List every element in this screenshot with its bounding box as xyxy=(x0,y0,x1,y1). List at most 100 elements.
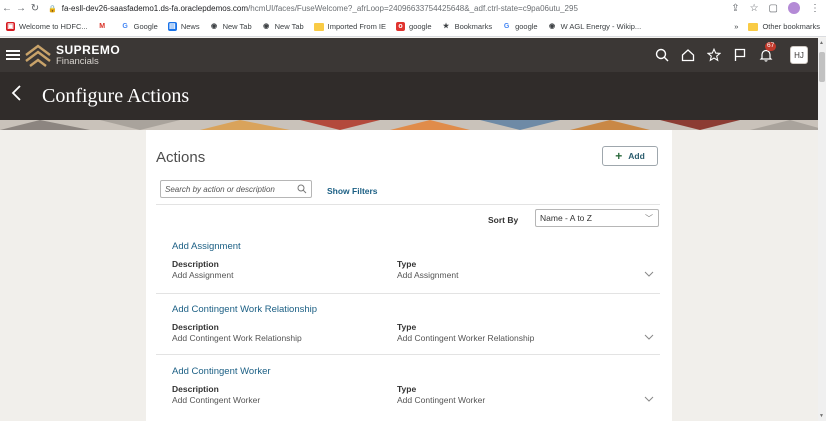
bookmark-label: google xyxy=(515,22,538,31)
hamburger-menu-icon[interactable] xyxy=(6,50,20,60)
type-label: Type xyxy=(397,259,417,269)
description-label: Description xyxy=(172,322,219,332)
search-placeholder: Search by action or description xyxy=(165,184,275,194)
scroll-down-arrow-icon[interactable]: ▼ xyxy=(819,413,824,419)
bookmark-label: W AGL Energy - Wikip... xyxy=(560,22,642,31)
description-value: Add Assignment xyxy=(172,270,234,280)
reload-icon[interactable]: ↻ xyxy=(28,3,42,14)
bookmark-star-icon[interactable]: ☆ xyxy=(750,3,759,14)
share-icon[interactable]: ⇪ xyxy=(731,3,739,14)
expand-chevron-icon[interactable] xyxy=(644,271,654,277)
search-field-icon[interactable] xyxy=(297,184,307,194)
description-label: Description xyxy=(172,384,219,394)
bookmark-item[interactable]: ▣ Welcome to HDFC... xyxy=(6,22,88,31)
browser-address-bar: ← → ↻ 🔒 fa-esll-dev26-saasfademo1.ds-fa.… xyxy=(0,0,826,17)
bookmark-item[interactable]: ◉ New Tab xyxy=(210,22,252,31)
bookmark-label: New Tab xyxy=(274,22,304,31)
bookmark-item[interactable]: ★ Bookmarks xyxy=(442,22,493,31)
bookmark-item[interactable]: Ggoogle xyxy=(502,22,538,31)
action-title-link[interactable]: Add Contingent Worker xyxy=(172,366,660,377)
favorites-star-icon[interactable] xyxy=(706,47,722,63)
brand-subtitle: Financials xyxy=(56,55,99,67)
search-input[interactable]: Search by action or description xyxy=(160,180,312,198)
actions-card: Actions + Add Search by action or descri… xyxy=(146,130,672,421)
chevron-down-icon: ﹀ xyxy=(645,214,653,223)
search-icon[interactable] xyxy=(654,47,670,63)
divider xyxy=(156,354,660,355)
scroll-up-arrow-icon[interactable]: ▲ xyxy=(819,40,824,46)
back-arrow-icon[interactable]: ← xyxy=(0,3,14,14)
back-chevron-icon[interactable] xyxy=(10,84,26,108)
chrome-icon: ◉ xyxy=(549,23,556,30)
type-label: Type xyxy=(397,384,417,394)
sort-by-value: Name - A to Z xyxy=(540,213,592,223)
action-title-link[interactable]: Add Contingent Work Relationship xyxy=(172,304,660,315)
bookmark-label: Imported From IE xyxy=(327,22,387,31)
bookmark-item[interactable]: G Google xyxy=(121,22,158,31)
url-host: fa-esll-dev26-saasfademo1.ds-fa.oraclepd… xyxy=(61,4,249,13)
show-filters-link[interactable]: Show Filters xyxy=(327,186,378,196)
google-icon: G xyxy=(122,23,128,30)
bookmark-item[interactable]: o google xyxy=(396,22,432,31)
plus-icon: + xyxy=(615,149,623,163)
list-item[interactable]: Add Contingent Work Relationship Descrip… xyxy=(172,304,660,343)
app-header: SUPREMO Financials 67 HJ xyxy=(0,38,826,72)
bookmark-label: Bookmarks xyxy=(454,22,493,31)
divider xyxy=(156,204,660,205)
scrollbar-thumb[interactable] xyxy=(819,52,825,82)
folder-icon xyxy=(313,22,324,31)
bookmark-item[interactable]: ◉ W AGL Energy - Wikip... xyxy=(548,22,642,31)
add-button[interactable]: + Add xyxy=(602,146,658,166)
more-bookmarks-icon[interactable]: » xyxy=(734,22,738,31)
type-value: Add Contingent Worker Relationship xyxy=(397,333,535,343)
description-value: Add Contingent Worker xyxy=(172,395,261,405)
chrome-icon: ◉ xyxy=(263,23,270,30)
forward-arrow-icon[interactable]: → xyxy=(14,3,28,14)
bookmarks-bar: ▣ Welcome to HDFC... M G Google ▤ News ◉ New Tab… xyxy=(0,17,826,37)
opera-icon: o xyxy=(396,22,406,31)
profile-avatar[interactable] xyxy=(788,2,800,14)
bookmark-item[interactable]: ▤ News xyxy=(167,22,200,31)
list-item[interactable]: Add Contingent Worker Description Add Co… xyxy=(172,366,660,405)
bookmark-label: News xyxy=(180,22,200,31)
list-item[interactable]: Add Assignment Description Add Assignmen… xyxy=(172,241,660,280)
url-field[interactable]: 🔒 fa-esll-dev26-saasfademo1.ds-fa.oracle… xyxy=(48,4,578,13)
star-icon: ★ xyxy=(442,23,450,30)
bookmark-item[interactable]: Imported From IE xyxy=(313,22,387,31)
bookmark-item[interactable]: ◉ New Tab xyxy=(262,22,304,31)
user-avatar[interactable]: HJ xyxy=(790,46,808,64)
other-bookmarks-label: Other bookmarks xyxy=(762,22,820,31)
brand-name: SUPREMO xyxy=(56,42,121,57)
browser-menu-icon[interactable]: ⋮ xyxy=(810,3,820,14)
page-scrollbar[interactable]: ▲ ▼ xyxy=(818,38,826,421)
expand-chevron-icon[interactable] xyxy=(644,334,654,340)
lock-icon: 🔒 xyxy=(48,5,57,13)
other-bookmarks[interactable]: Other bookmarks xyxy=(748,22,820,31)
chrome-icon: ◉ xyxy=(211,23,218,30)
home-icon[interactable] xyxy=(680,47,696,63)
decorative-pattern-strip xyxy=(0,120,826,130)
sidebar-icon[interactable]: ▢ xyxy=(769,3,778,14)
bookmark-label: New Tab xyxy=(222,22,252,31)
supremo-logo-icon xyxy=(25,44,51,67)
sort-by-label: Sort By xyxy=(488,215,519,225)
url-path: /hcmUI/faces/FuseWelcome?_afrLoop=240966… xyxy=(248,4,578,13)
action-title-link[interactable]: Add Assignment xyxy=(172,241,660,252)
bookmark-item[interactable]: M xyxy=(98,22,111,31)
expand-chevron-icon[interactable] xyxy=(644,396,654,402)
type-value: Add Assignment xyxy=(397,270,459,280)
news-icon: ▤ xyxy=(167,22,177,31)
type-label: Type xyxy=(397,322,417,332)
bookmark-label: Welcome to HDFC... xyxy=(19,22,88,31)
card-title: Actions xyxy=(156,149,206,166)
add-button-label: Add xyxy=(628,151,645,161)
brand: SUPREMO Financials xyxy=(56,44,120,67)
flag-icon[interactable] xyxy=(732,47,748,63)
bookmark-label: Google xyxy=(133,22,158,31)
google-icon: G xyxy=(503,23,510,30)
page-title: Configure Actions xyxy=(42,84,190,107)
sort-by-select[interactable]: Name - A to Z ﹀ xyxy=(535,209,659,227)
description-label: Description xyxy=(172,259,219,269)
notifications-bell-icon[interactable]: 67 xyxy=(758,42,777,63)
gmail-icon: M xyxy=(99,23,106,30)
